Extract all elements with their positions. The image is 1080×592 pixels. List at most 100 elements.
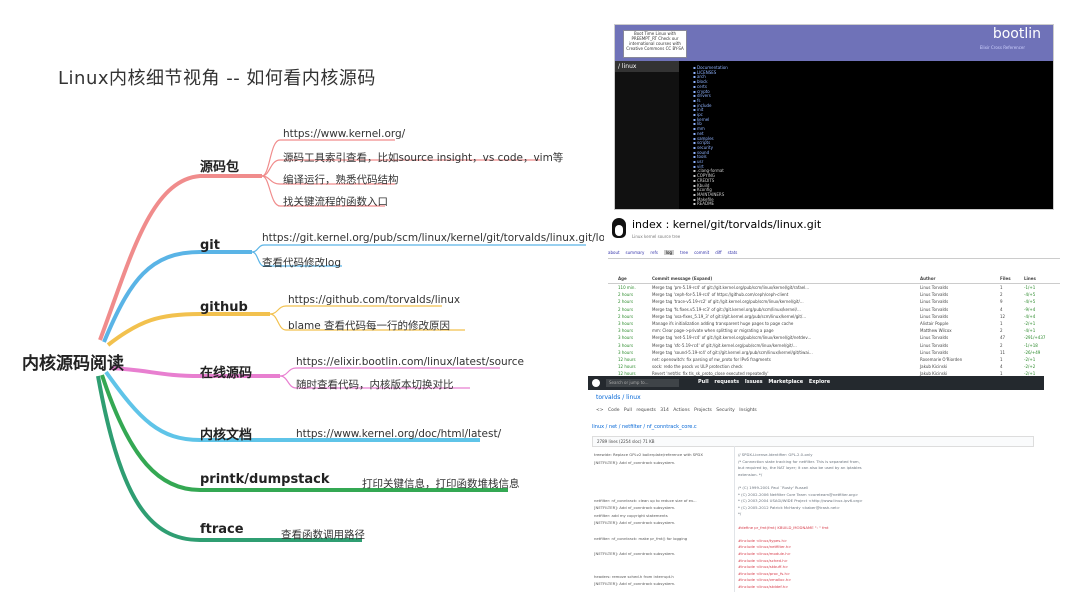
cgit-cell: sock: redo the psock vs ULP protection c… xyxy=(652,364,743,370)
code-line: // SPDX-License-Identifier: GPL-2.0-only xyxy=(738,452,813,457)
cgit-cell: Merge tag 'xsa-fixes_5.19_3' of git://gi… xyxy=(652,313,807,319)
code-line: #include <linux/proc_fs.h> xyxy=(738,570,791,576)
code-line: extension. */ xyxy=(738,471,763,477)
blame-entry[interactable]: headers: remove sched.h from interrupt.h xyxy=(594,574,734,579)
github-logo-icon[interactable] xyxy=(592,379,600,387)
leaf-docs-link[interactable]: https://www.kernel.org/doc/html/latest/ xyxy=(296,428,501,440)
cgit-cell: Files xyxy=(1000,276,1011,281)
blame-entry[interactable]: netfilter: add my copyright statements xyxy=(594,513,734,518)
cgit-cell: Lines xyxy=(1024,276,1036,281)
blame-entry[interactable]: treewide: Replace GPLv2 boilerplate/refe… xyxy=(594,452,734,457)
leaf-elixir-link[interactable]: https://elixir.bootlin.com/linux/latest/… xyxy=(296,356,524,368)
code-line: * (C) 2003,2004 USAGI/WIDE Project <http… xyxy=(738,498,863,504)
cgit-commit-row[interactable]: 2 hours Merge tag 'ceph-for-5.19-rc4' of … xyxy=(608,292,1060,299)
github-search-input[interactable]: Search or jump to... xyxy=(606,379,679,387)
cgit-cell: 47 xyxy=(1000,335,1006,341)
tux-icon xyxy=(612,218,626,238)
code-line: */ xyxy=(738,511,742,517)
leaf-source-tools: 源码工具索引查看，比如source insight，vs code，vim等 xyxy=(283,152,564,164)
github-screenshot: Search or jump to... Pull requests Issue… xyxy=(588,376,1044,592)
cgit-tab-diff[interactable]: diff xyxy=(715,250,721,255)
cgit-cell: 1 xyxy=(1000,285,1003,290)
leaf-kernel-org-link[interactable]: https://www.kernel.org/ xyxy=(283,128,405,140)
cgit-cell: Merge tag 'sfc-5.19-rc4' of git://git.ke… xyxy=(652,342,797,348)
blame-entry[interactable]: [NETFILTER]: Add nf_conntrack subsystem. xyxy=(594,460,734,465)
cgit-cell: 3 hours xyxy=(618,349,634,355)
cgit-cell: Linus Torvalds xyxy=(920,299,949,305)
cgit-cell: 1 xyxy=(1000,321,1003,326)
github-repo-name[interactable]: torvalds / linux xyxy=(596,394,641,401)
cgit-cell: 2 xyxy=(1000,342,1003,348)
github-repo-tabs[interactable]: <> Code Pull requests 314 Actions Projec… xyxy=(596,408,757,413)
cgit-commit-row[interactable]: 110 min. Merge tag 'pm-5.19-rc4' of git:/… xyxy=(608,285,1060,292)
cgit-commit-row[interactable]: 3 hours Merge tag 'sfc-5.19-rc4' of git:/… xyxy=(608,343,1060,350)
cgit-commit-row[interactable]: 3 hours Merge tag 'net-5.19-rc4' of git:/… xyxy=(608,335,1060,342)
blame-entry[interactable]: netfilter: nf_conntrack: clean up to red… xyxy=(594,498,734,503)
cgit-commit-row[interactable]: 3 hours Manage ifs initialization adding … xyxy=(608,321,1060,328)
cgit-cell: -4/+5 xyxy=(1024,299,1036,305)
cgit-cell: 3 hours xyxy=(618,335,634,341)
cgit-cell: 2 hours xyxy=(618,292,634,298)
cgit-tab-summary[interactable]: summary xyxy=(626,250,645,255)
cgit-cell: Rosemarie O'Riorden xyxy=(920,357,963,362)
cgit-cell: -2/+1 xyxy=(1024,357,1036,362)
cgit-commit-row[interactable]: 2 hours Merge tag 'trace-v5.19-rc2' of gi… xyxy=(608,299,1060,306)
cgit-commit-row[interactable]: 12 hours net: openswitch: fix parsing of … xyxy=(608,357,1060,364)
leaf-git-log-desc: 查看代码修改log xyxy=(262,257,342,269)
branch-source-package: 源码包 xyxy=(200,160,240,175)
cgit-tab-commit[interactable]: commit xyxy=(694,250,709,255)
leaf-github-link[interactable]: https://github.com/torvalds/linux xyxy=(288,294,460,306)
blame-entry[interactable]: [NETFILTER]: Add nf_conntrack subsystem. xyxy=(594,505,734,510)
cgit-cell: Alistair Popple xyxy=(920,321,949,326)
branch-printk: printk/dumpstack xyxy=(200,472,330,487)
cgit-cell: 9 xyxy=(1000,299,1003,305)
cgit-cell: Merge tag 'fs.fixes.v5.19-rc3' of git://… xyxy=(652,306,801,312)
branch-git: git xyxy=(200,238,220,253)
blame-divider xyxy=(734,446,735,592)
cgit-commit-row[interactable]: 3 hours Merge tag 'sound-5.19-rc4' of git… xyxy=(608,350,1060,357)
code-line: * (C) 2002-2006 Netfilter Core Team <cor… xyxy=(738,491,859,497)
cgit-cell: -4/+1 xyxy=(1024,328,1036,334)
cgit-cell: Commit message (Expand) xyxy=(652,276,713,281)
cgit-tab-tree[interactable]: tree xyxy=(680,250,688,255)
cgit-commit-row[interactable]: 3 hours mm: Clear page->private when spli… xyxy=(608,328,1060,335)
cgit-commit-row[interactable]: 2 hours Merge tag 'fs.fixes.v5.19-rc3' of… xyxy=(608,307,1060,314)
cgit-tab-refs[interactable]: refs xyxy=(650,250,658,255)
github-nav[interactable]: Pull requests Issues Marketplace Explore xyxy=(698,379,830,385)
leaf-blame-desc: blame 查看代码每一行的修改原因 xyxy=(288,320,451,332)
elixir-sidebar-header: / linux xyxy=(615,61,679,72)
code-line: #include <linux/vmalloc.h> xyxy=(738,577,792,583)
elixir-file-item[interactable]: ▪ README xyxy=(693,201,714,206)
cgit-cell: -291/+437 xyxy=(1024,335,1046,341)
code-line: /* (C) 1999-2001 Paul `Rusty' Russell xyxy=(738,485,809,490)
cgit-cell: Merge tag 'pm-5.19-rc4' of git://git.ker… xyxy=(652,285,810,290)
cgit-tabs: about summary refs log tree commit diff stats xyxy=(608,250,1060,259)
cgit-tab-log[interactable]: log xyxy=(663,250,675,255)
blame-entry[interactable]: netfilter: nf_conntrack: make pr_fmt() f… xyxy=(594,536,734,541)
cgit-cell: Matthew Wilcox xyxy=(920,328,952,334)
elixir-ad-badge: Boot Time Linux with PREEMPT_RT Check ou… xyxy=(623,30,687,58)
cgit-header-row: Age Commit message (Expand) Author Files Lin… xyxy=(608,276,1060,284)
cgit-cell: 12 xyxy=(1000,313,1006,319)
blame-entry[interactable]: [NETFILTER]: Add nf_conntrack subsystem. xyxy=(594,581,734,586)
cgit-tab-about[interactable]: about xyxy=(608,250,620,255)
cgit-cell: Author xyxy=(920,276,936,281)
blame-entry[interactable]: [NETFILTER]: Add nf_conntrack subsystem. xyxy=(594,551,734,556)
leaf-ftrace-desc: 查看函数调用路径 xyxy=(281,529,365,541)
cgit-cell: 12 hours xyxy=(618,364,636,370)
code-line: #include <linux/netfilter.h> xyxy=(738,544,792,550)
cgit-cell: 110 min. xyxy=(618,285,636,290)
cgit-commit-row[interactable]: 12 hours sock: redo the psock vs ULP prot… xyxy=(608,364,1060,371)
github-file-path[interactable]: linux / net / netfilter / nf_conntrack_c… xyxy=(592,424,697,430)
cgit-cell: Linus Torvalds xyxy=(920,349,949,355)
cgit-cell: Linus Torvalds xyxy=(920,285,949,290)
cgit-commit-row[interactable]: 2 hours Merge tag 'xsa-fixes_5.19_3' of g… xyxy=(608,314,1060,321)
branch-kernel-docs: 内核文档 xyxy=(200,428,253,443)
cgit-tab-stats[interactable]: stats xyxy=(728,250,738,255)
blame-entry[interactable]: [NETFILTER]: Add nf_conntrack subsystem. xyxy=(594,520,734,525)
leaf-git-log-link[interactable]: https://git.kernel.org/pub/scm/linux/ker… xyxy=(262,232,615,244)
cgit-cell: 3 hours xyxy=(618,328,634,334)
cgit-cell: 1 xyxy=(1000,357,1003,362)
cgit-cell: -1/+18 xyxy=(1024,342,1038,348)
cgit-cell: -26/+49 xyxy=(1024,349,1041,355)
